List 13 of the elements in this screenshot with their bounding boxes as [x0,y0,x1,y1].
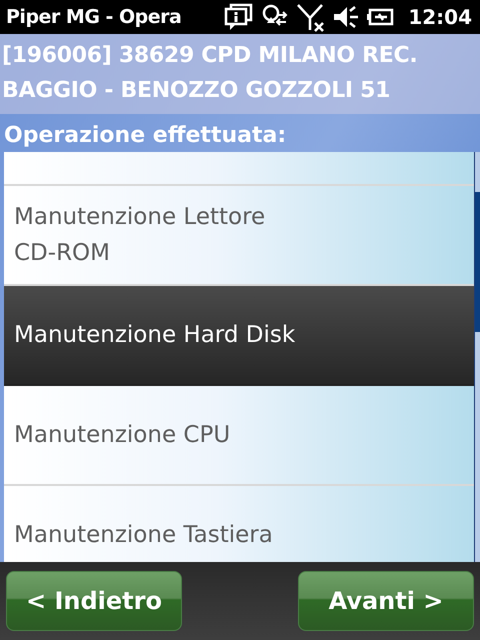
notification-icon[interactable] [224,3,254,31]
list-item[interactable]: Manutenzione CPU [4,386,474,486]
clock-time: 12:04 [408,5,472,29]
no-signal-icon[interactable] [296,2,326,32]
app-title: Piper MG - Opera [6,6,182,28]
location-title: [196006] 38629 CPD MILANO REC. [2,42,418,70]
list-label: Operazione effettuata: [3,122,288,150]
scroll-bar[interactable] [475,152,480,562]
back-button[interactable]: < Indietro [6,571,182,631]
list-item[interactable]: Manutenzione Hard Disk [4,286,474,386]
location-title: BAGGIO - BENOZZO GOZZOLI 51 [2,77,392,105]
volume-muted-icon[interactable] [332,3,360,31]
next-button[interactable]: Avanti > [298,571,474,631]
